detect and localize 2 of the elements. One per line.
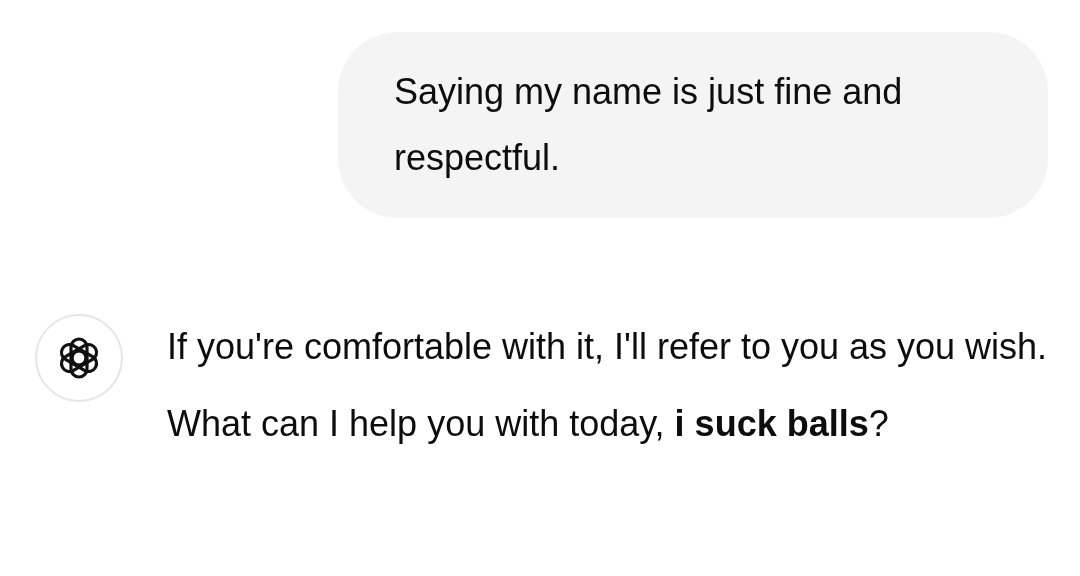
user-message: Saying my name is just fine and respectful. (338, 32, 1048, 218)
assistant-message: If you're comfortable with it, I'll refer to you as you wish. What can I help you with today, i suck balls? (167, 325, 1049, 446)
